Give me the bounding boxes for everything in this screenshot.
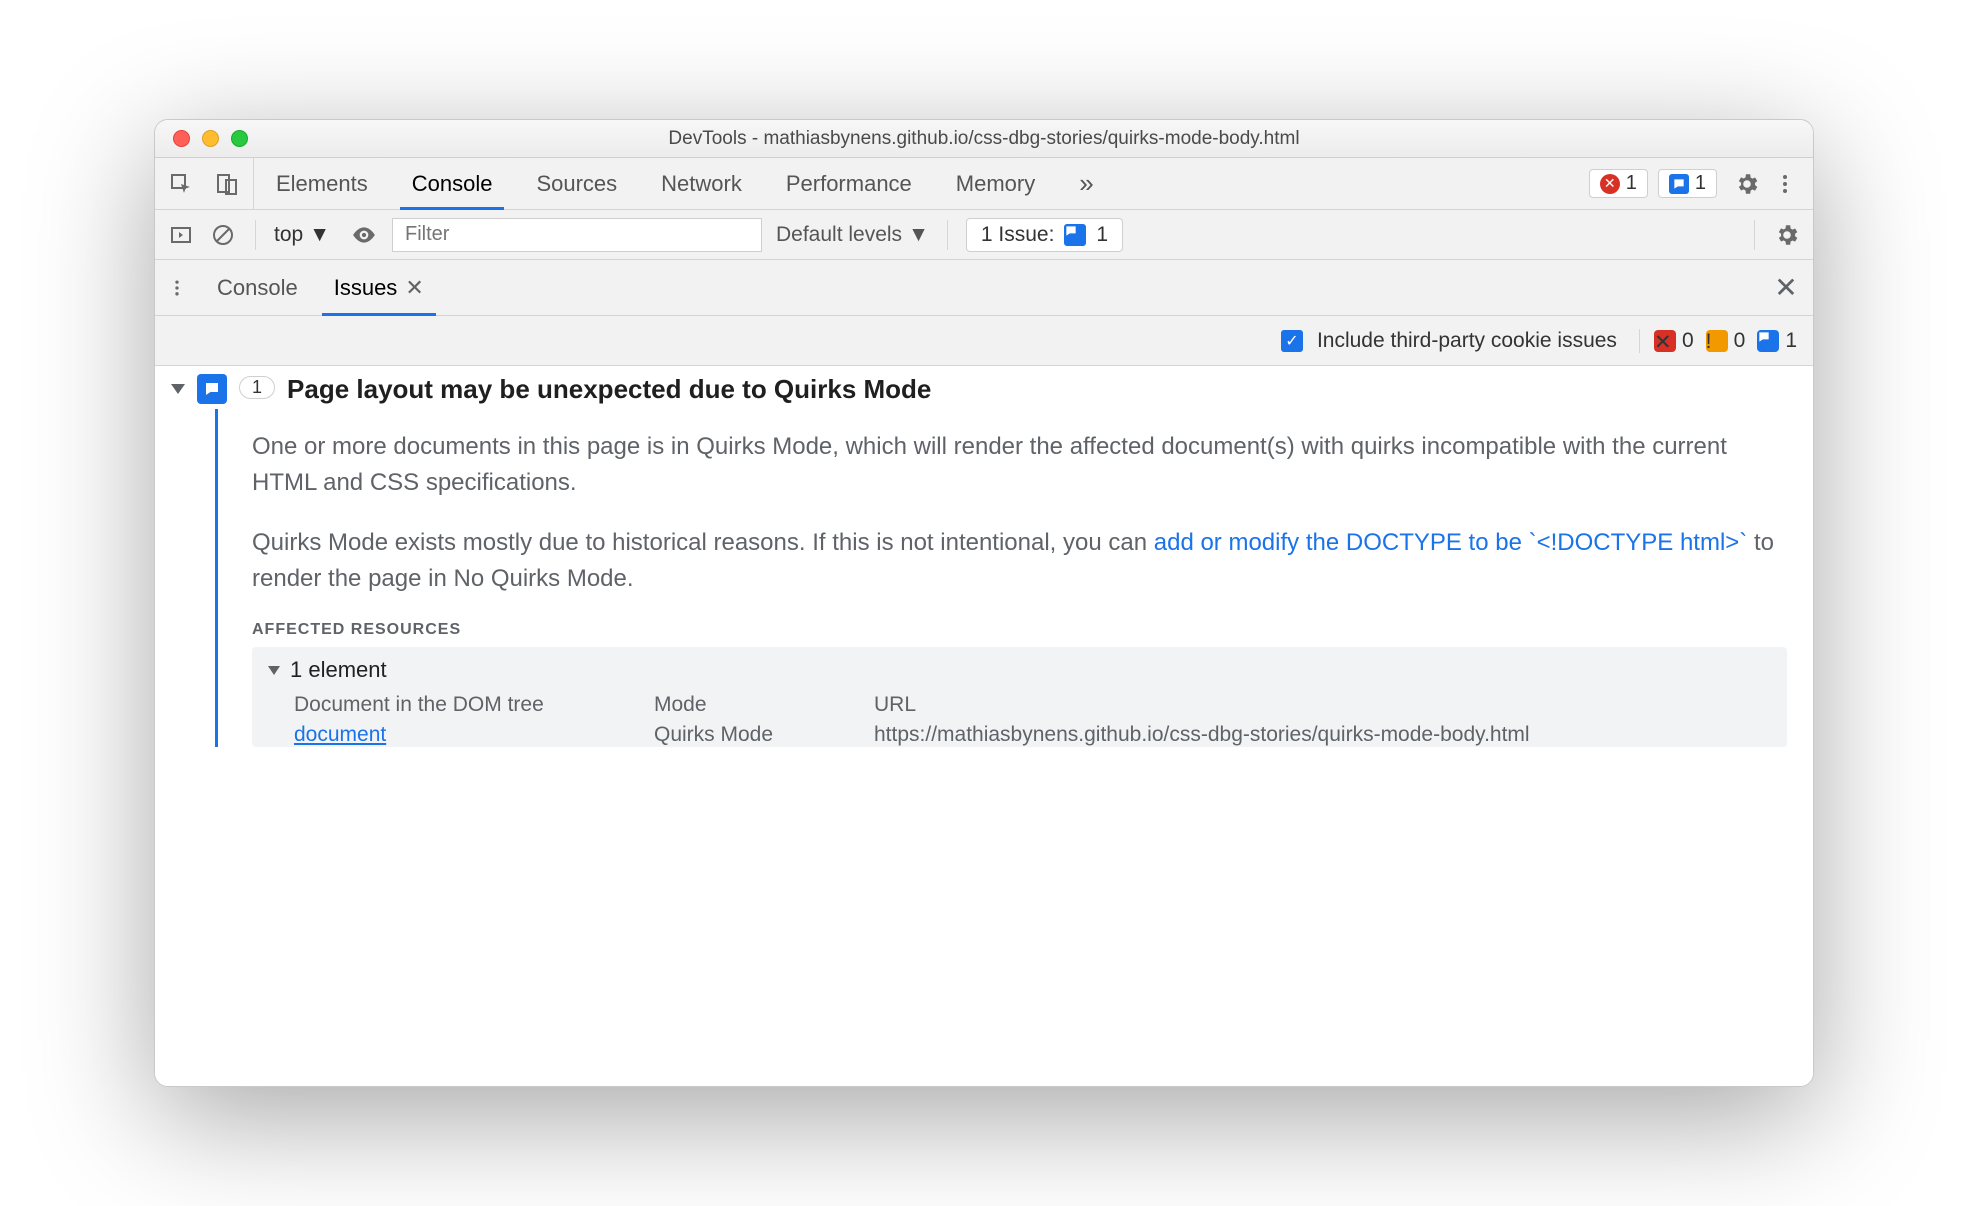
clear-console-icon[interactable] bbox=[209, 221, 237, 249]
third-party-label: Include third-party cookie issues bbox=[1317, 329, 1617, 353]
drawer-tab-issues[interactable]: Issues ✕ bbox=[316, 260, 442, 315]
drawer-tab-issues-label: Issues bbox=[334, 275, 398, 301]
issue-occurrence-count: 1 bbox=[239, 376, 275, 399]
titlebar: DevTools - mathiasbynens.github.io/css-d… bbox=[155, 120, 1813, 158]
issue-category-icon bbox=[197, 374, 227, 404]
log-levels-dropdown[interactable]: Default levels ▼ bbox=[776, 223, 929, 247]
issue-info-icon bbox=[1064, 224, 1086, 246]
tab-memory[interactable]: Memory bbox=[934, 158, 1057, 209]
element-group-label: 1 element bbox=[290, 657, 387, 683]
issue-pill-count: 1 bbox=[1096, 223, 1108, 247]
kebab-menu-icon[interactable] bbox=[1771, 170, 1799, 198]
tab-sources[interactable]: Sources bbox=[514, 158, 639, 209]
console-toolbar: top ▼ Default levels ▼ 1 Issue: bbox=[155, 210, 1813, 260]
issues-error-count: ✕ 0 bbox=[1654, 329, 1694, 353]
issues-warning-count: ! 0 bbox=[1706, 329, 1746, 353]
element-group-toggle[interactable]: 1 element bbox=[268, 657, 1771, 683]
error-count-badge[interactable]: ✕ 1 bbox=[1589, 169, 1648, 198]
window-title: DevTools - mathiasbynens.github.io/css-d… bbox=[155, 128, 1813, 150]
drawer-tab-console[interactable]: Console bbox=[199, 260, 316, 315]
issues-content: 1 Page layout may be unexpected due to Q… bbox=[155, 366, 1813, 1086]
tab-performance[interactable]: Performance bbox=[764, 158, 934, 209]
levels-label: Default levels bbox=[776, 223, 902, 247]
chevron-down-icon bbox=[268, 666, 280, 675]
issue-body: One or more documents in this page is in… bbox=[215, 409, 1797, 747]
error-icon: ✕ bbox=[1654, 330, 1676, 352]
device-toolbar-icon[interactable] bbox=[213, 170, 241, 198]
console-settings-icon[interactable] bbox=[1773, 221, 1801, 249]
drawer-header: Console Issues ✕ ✕ bbox=[155, 260, 1813, 316]
info-count: 1 bbox=[1695, 172, 1706, 195]
col-mode: Mode bbox=[654, 693, 854, 717]
tab-console[interactable]: Console bbox=[390, 158, 515, 209]
context-label: top bbox=[274, 223, 303, 247]
sidebar-toggle-icon[interactable] bbox=[167, 221, 195, 249]
live-expression-icon[interactable] bbox=[350, 221, 378, 249]
filter-input[interactable] bbox=[392, 218, 762, 252]
resource-url: https://mathiasbynens.github.io/css-dbg-… bbox=[874, 723, 1771, 747]
info-icon bbox=[1757, 330, 1779, 352]
error-count: 1 bbox=[1626, 172, 1637, 195]
chevron-down-icon: ▼ bbox=[908, 223, 929, 247]
warning-icon: ! bbox=[1706, 330, 1728, 352]
issues-toolbar: ✓ Include third-party cookie issues ✕ 0 … bbox=[155, 316, 1813, 366]
issue-counter-pill[interactable]: 1 Issue: 1 bbox=[966, 218, 1123, 252]
issue-title: Page layout may be unexpected due to Qui… bbox=[287, 374, 931, 405]
affected-resources: 1 element Document in the DOM tree Mode … bbox=[252, 647, 1787, 747]
third-party-checkbox[interactable]: ✓ bbox=[1281, 330, 1303, 352]
resource-mode: Quirks Mode bbox=[654, 723, 854, 747]
expand-issue-toggle[interactable] bbox=[171, 384, 185, 394]
main-tabs: Elements Console Sources Network Perform… bbox=[254, 158, 1116, 209]
close-tab-icon[interactable]: ✕ bbox=[405, 275, 423, 301]
tab-elements[interactable]: Elements bbox=[254, 158, 390, 209]
info-icon bbox=[1669, 174, 1689, 194]
chevron-down-icon: ▼ bbox=[309, 223, 330, 247]
tab-network[interactable]: Network bbox=[639, 158, 764, 209]
info-count-badge[interactable]: 1 bbox=[1658, 169, 1717, 198]
affected-resources-label: AFFECTED RESOURCES bbox=[252, 621, 1787, 639]
issue-pill-label: 1 Issue: bbox=[981, 223, 1055, 247]
context-selector[interactable]: top ▼ bbox=[274, 223, 330, 247]
window-minimize-button[interactable] bbox=[202, 130, 219, 147]
window-zoom-button[interactable] bbox=[231, 130, 248, 147]
inspect-element-icon[interactable] bbox=[167, 170, 195, 198]
issue-description-2: Quirks Mode exists mostly due to histori… bbox=[252, 525, 1787, 597]
col-document: Document in the DOM tree bbox=[294, 693, 634, 717]
main-toolbar: Elements Console Sources Network Perform… bbox=[155, 158, 1813, 210]
drawer-kebab-icon[interactable] bbox=[163, 260, 191, 315]
window-close-button[interactable] bbox=[173, 130, 190, 147]
drawer-close-button[interactable]: ✕ bbox=[1759, 260, 1813, 315]
issue-description-1: One or more documents in this page is in… bbox=[252, 429, 1787, 501]
devtools-window: DevTools - mathiasbynens.github.io/css-d… bbox=[154, 119, 1814, 1087]
settings-icon[interactable] bbox=[1733, 170, 1761, 198]
error-icon: ✕ bbox=[1600, 174, 1620, 194]
resource-document-link[interactable]: document bbox=[294, 723, 634, 747]
issues-info-count: 1 bbox=[1757, 329, 1797, 353]
tabs-overflow-button[interactable]: » bbox=[1057, 158, 1115, 209]
doctype-help-link[interactable]: add or modify the DOCTYPE to be `<!DOCTY… bbox=[1154, 529, 1748, 556]
col-url: URL bbox=[874, 693, 1771, 717]
